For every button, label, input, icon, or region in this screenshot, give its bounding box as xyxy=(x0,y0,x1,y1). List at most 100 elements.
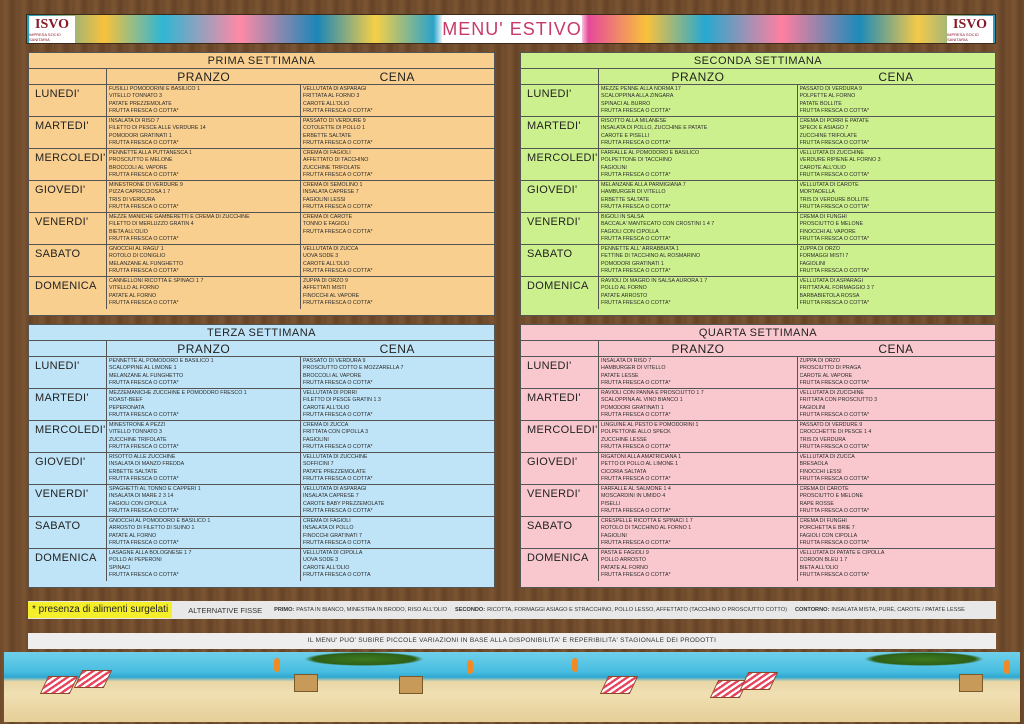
dish-line: RISOTTO ALLE ZUCCHINE xyxy=(109,454,176,460)
dish-line: FILETTO DI PESCE ALLE VERDURE 14 xyxy=(109,125,206,132)
flip-flop-icon xyxy=(572,658,578,672)
dish-line: INSALATA DI RISO 7 xyxy=(109,118,160,124)
secondo-text: RICOTTA, FORMAGGI ASIAGO E STRACCHINO, P… xyxy=(487,607,787,613)
dish-line: PATATE AL FORNO xyxy=(601,564,649,571)
dish-line: CREMA DI FAGIOLI xyxy=(303,150,351,156)
dish-line: FRUTTA FRESCA O COTTA* xyxy=(799,475,870,482)
dish-line: FINOCCHI GRATINATI 7 xyxy=(303,532,362,539)
cena-cell: VELLUTATA DI ZUCCHINE FRITTATA CON PROSCI… xyxy=(798,389,996,420)
table-row: GIOVEDI' RIGATONI ALLA AMATRICIANA 1 PETTO… xyxy=(521,453,995,485)
cena-cell: CREMA DI FAGIOLI INSALATA DI POLLO FINOCCH… xyxy=(301,517,494,548)
dish-line: POLPETTE AL FORNO xyxy=(799,93,856,100)
dish-line: VELLUTATA DI PORRI xyxy=(303,390,357,396)
week-title: PRIMA SETTIMANA xyxy=(29,53,494,69)
dish-line: PASSATO DI VERDURA 9 xyxy=(303,358,366,364)
dish-line: SOFFICINI 7 xyxy=(303,461,334,468)
dish-line: FRUTTA FRESCA O COTTA* xyxy=(303,267,373,274)
dish-line: FRUTTA FRESCA O COTTA* xyxy=(109,235,179,242)
dish-line: FAGIOLINI xyxy=(601,164,627,171)
cena-cell: VELLUTATA DI CAROTE MORTADELLA TRIS DI VER… xyxy=(798,181,996,212)
dish-line: POLPETTONE DI TACCHINO xyxy=(601,157,672,164)
dish-line: ERBETTE SALTATE xyxy=(109,468,158,475)
dish-line: VITELLO AL FORNO xyxy=(109,285,159,292)
dish-line: FRUTTA FRESCA O COTTA* xyxy=(601,379,671,386)
day-label: MERCOLEDI' xyxy=(29,421,107,452)
dish-line: POLLO AL FORNO xyxy=(601,285,647,292)
menu-board: ISVO IMPRESA SOCIO SANITARIA MENU' ESTIV… xyxy=(0,0,1024,724)
corner-cell xyxy=(29,341,107,356)
cena-cell: PASSATO DI VERDURE 9 CROCCHETTE DI PESCE … xyxy=(798,421,996,452)
dish-line: POLPETTONE ALLO SPECK xyxy=(601,429,671,436)
dish-line: FINOCCHI LESSI xyxy=(799,468,842,475)
cena-cell: CREMA DI ZUCCA FRITTATA CON CIPOLLA 3 FAGI… xyxy=(301,421,494,452)
table-row: SABATO PENNETTE ALL' ARRABBIATA 1 FETTINE … xyxy=(521,245,995,277)
page-title: MENU' ESTIVO xyxy=(442,16,582,43)
dish-line: PASSATO DI VERDURE 9 xyxy=(303,118,366,124)
dish-line: FARFALLE AL SALMONE 1 4 xyxy=(601,486,671,492)
dish-line: POLLO AI PEPERONI xyxy=(109,557,162,564)
table-row: LUNEDI' PENNETTE AL POMODORO E BASILICO 1… xyxy=(29,357,494,389)
dish-line: PROSCIUTTO E MELONE xyxy=(109,157,173,164)
dish-line: SPINACI AL BURRO xyxy=(601,100,651,107)
table-row: LUNEDI' INSALATA DI RISO 7 HAMBURGER DI VI… xyxy=(521,357,995,389)
day-label: GIOVEDI' xyxy=(29,453,107,484)
dish-line: POMODORI GRATINATI 1 xyxy=(601,260,664,267)
dish-line: FRUTTA FRESCA O COTTA* xyxy=(799,107,870,114)
pranzo-cell: RISOTTO ALLE ZUCCHINE INSALATA DI MANZO F… xyxy=(107,453,301,484)
dish-line: PATATE ARROSTO xyxy=(601,292,648,299)
dish-line: ZUPPA DI ORZO 9 xyxy=(303,278,348,284)
dish-line: FRUTTA FRESCA O COTTA* xyxy=(109,299,179,306)
dish-line: FRUTTA FRESCA O COTTA* xyxy=(601,539,671,546)
pranzo-cell: RIGATONI ALLA AMATRICIANA 1 PETTO DI POLL… xyxy=(599,453,798,484)
flip-flop-icon xyxy=(1004,660,1010,674)
dish-line: CREMA DI FUNGHI xyxy=(799,214,847,220)
table-row: LUNEDI' MEZZE PENNE ALLA NORMA 17 SCALOPPI… xyxy=(521,85,995,117)
dish-line: ZUPPA DI ORZO xyxy=(799,358,841,364)
dish-line: CREMA DI CAROTE xyxy=(799,486,849,492)
dish-line: FRUTTA FRESCA O COTTA* xyxy=(799,443,870,450)
dish-line: VELLUTATA DI ASPARAGI xyxy=(303,486,367,492)
day-label: GIOVEDI' xyxy=(521,181,599,212)
dish-line: UOVA SODE 3 xyxy=(303,557,339,564)
dish-line: ROTOLO DI CONIGLIO xyxy=(109,253,166,260)
week-block-2: SECONDA SETTIMANA PRANZO CENA LUNEDI' MEZZE … xyxy=(520,52,996,316)
cena-cell: PASSATO DI VERDURA 9 POLPETTE AL FORNO PAT… xyxy=(798,85,996,116)
week-title: TERZA SETTIMANA xyxy=(29,325,494,341)
dish-line: FETTINE DI TACCHINO AL ROSMARINO xyxy=(601,253,701,260)
dish-line: CREMA DI CAROTE xyxy=(303,214,353,220)
week-block-4: QUARTA SETTIMANA PRANZO CENA LUNEDI' INSALAT… xyxy=(520,324,996,588)
dish-line: CORDON BLEU 1 7 xyxy=(799,557,848,564)
day-label: MERCOLEDI' xyxy=(29,149,107,180)
dish-line: TRIS DI VERDURE BOLLITE xyxy=(799,196,869,203)
day-label: VENERDI' xyxy=(521,213,599,244)
table-row: MERCOLEDI' MINESTRONE A PEZZI VITELLO TONN… xyxy=(29,421,494,453)
pranzo-cell: MEZZE MANICHE GAMBERETTI E CREMA DI ZUCC… xyxy=(107,213,301,244)
dish-line: FRUTTA FRESCA O COTTA* xyxy=(303,139,373,146)
dish-line: FRUTTA FRESCA O COTTA* xyxy=(799,267,870,274)
dish-line: GNOCCHI AL RAGU' 1 xyxy=(109,246,164,252)
dish-line: UOVA SODE 3 xyxy=(303,253,339,260)
beach-chair-icon xyxy=(39,676,79,694)
column-header-pranzo: PRANZO xyxy=(671,342,725,356)
isvo-logo-right: ISVO IMPRESA SOCIO SANITARIA xyxy=(947,16,993,43)
pranzo-cell: PENNETTE ALL' ARRABBIATA 1 FETTINE DI TAC… xyxy=(599,245,798,276)
column-header-cena: CENA xyxy=(379,342,415,356)
primo-text: PASTA IN BIANCO, MINESTRA IN BRODO, RISO… xyxy=(296,607,447,613)
dish-line: CREMA DI SEMOLINO 1 xyxy=(303,182,363,188)
dish-line: FRUTTA FRESCA O COTTA* xyxy=(109,139,179,146)
table-row: VENERDI' SPAGHETTI AL TONNO E CAPPERI 1 IN… xyxy=(29,485,494,517)
column-header-pranzo: PRANZO xyxy=(177,342,231,356)
cena-cell: CREMA DI FUNGHI PROSCIUTTO E MELONE FINOCC… xyxy=(798,213,996,244)
day-label: LUNEDI' xyxy=(29,357,107,388)
dish-line: FARFALLE AL POMODORO E BASILICO xyxy=(601,150,700,156)
table-row: MERCOLEDI' LINGUINE AL PESTO E POMODORINI… xyxy=(521,421,995,453)
flip-flop-icon xyxy=(274,658,280,672)
dish-line: FRUTTA FRESCA O COTTA* xyxy=(799,379,870,386)
dish-line: RISOTTO ALLA MILANESE xyxy=(601,118,667,124)
dish-line: HAMBURGER DI VITELLO xyxy=(601,189,666,196)
column-headers: PRANZO CENA xyxy=(29,341,494,357)
dish-line: ERBETTE SALTATE xyxy=(303,132,352,139)
dish-line: FRUTTA FRESCA O COTTA* xyxy=(601,139,671,146)
dish-line: VELLUTATA DI ZUCCHINE xyxy=(799,150,864,156)
column-headers: PRANZO CENA xyxy=(521,69,995,85)
